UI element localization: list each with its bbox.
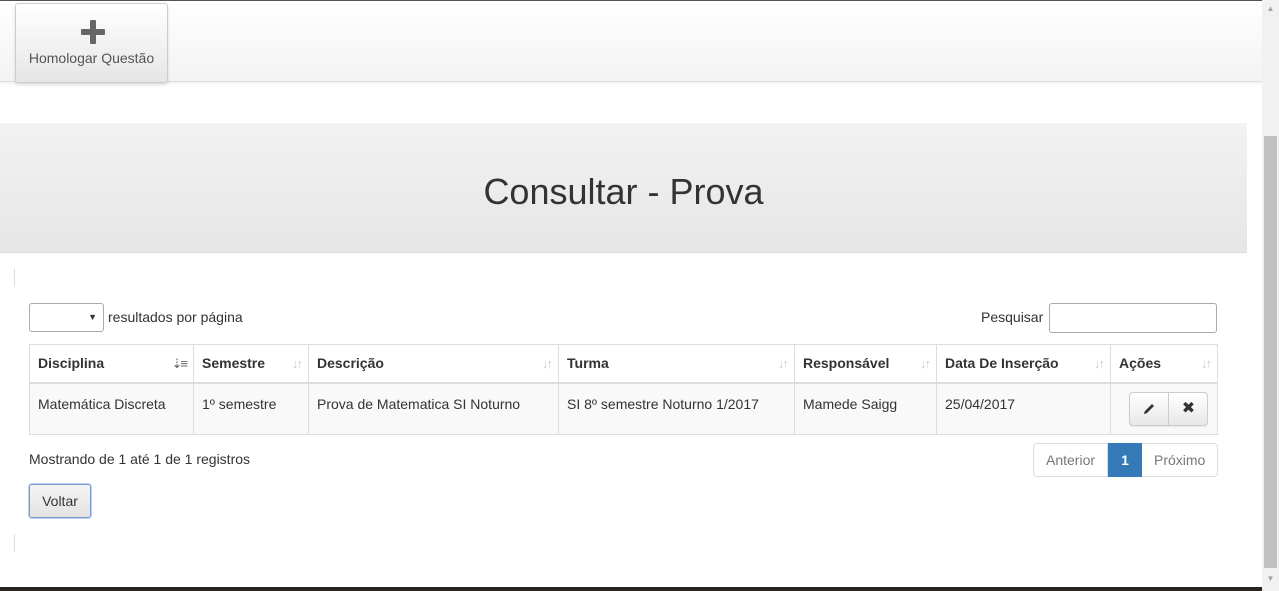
cell-turma: SI 8º semestre Noturno 1/2017: [558, 382, 795, 435]
cell-descricao: Prova de Matematica SI Noturno: [308, 382, 559, 435]
vertical-scrollbar[interactable]: ▲ ▼: [1262, 0, 1279, 591]
cell-responsavel: Mamede Saigg: [794, 382, 937, 435]
column-header-label: Disciplina: [38, 355, 105, 371]
scroll-down-arrow-icon[interactable]: ▼: [1262, 570, 1279, 587]
sort-ascending-icon: ⇣≡: [171, 356, 189, 371]
edit-button[interactable]: [1130, 392, 1169, 425]
column-header-acoes[interactable]: Ações ↓↑: [1110, 344, 1218, 384]
homologar-questao-button[interactable]: Homologar Questão: [15, 3, 168, 83]
cell-semestre: 1º semestre: [193, 382, 309, 435]
divider: [14, 534, 15, 552]
search-input[interactable]: [1049, 303, 1217, 333]
pagination-next[interactable]: Próximo: [1142, 443, 1218, 477]
results-per-page-select[interactable]: ▼: [29, 303, 104, 332]
sort-icon: ↓↑: [292, 356, 303, 371]
column-header-label: Semestre: [202, 355, 266, 371]
column-header-label: Descrição: [317, 355, 384, 371]
scrollbar-thumb[interactable]: [1264, 136, 1277, 568]
column-header-label: Responsável: [803, 355, 890, 371]
homologar-questao-label: Homologar Questão: [28, 50, 155, 66]
sort-icon: ↓↑: [1201, 356, 1212, 371]
column-header-data-insercao[interactable]: Data De Inserção ↓↑: [936, 344, 1111, 384]
table-row: Matemática Discreta 1º semestre Prova de…: [29, 382, 1218, 435]
column-header-disciplina[interactable]: Disciplina ⇣≡: [29, 344, 194, 384]
caret-down-icon: ▼: [88, 312, 97, 322]
pagination-previous[interactable]: Anterior: [1033, 443, 1108, 477]
pagination: Anterior 1 Próximo: [1033, 443, 1218, 477]
divider: [14, 269, 15, 287]
scroll-up-arrow-icon[interactable]: ▲: [1262, 0, 1279, 17]
top-navbar: Homologar Questão: [0, 0, 1262, 83]
page-title: Consultar - Prova: [483, 171, 764, 212]
results-per-page-label: resultados por página: [108, 309, 243, 325]
table-header-row: Disciplina ⇣≡ Semestre ↓↑ Descrição ↓↑ T…: [29, 344, 1218, 384]
column-header-responsavel[interactable]: Responsável ↓↑: [794, 344, 937, 384]
delete-button[interactable]: ✖: [1169, 393, 1208, 425]
page-header: Consultar - Prova: [0, 123, 1247, 253]
column-header-turma[interactable]: Turma ↓↑: [558, 344, 795, 384]
column-header-descricao[interactable]: Descrição ↓↑: [308, 344, 559, 384]
pencil-icon: [1144, 403, 1154, 414]
column-header-label: Turma: [567, 355, 609, 371]
search-label: Pesquisar: [981, 309, 1044, 325]
table-info: Mostrando de 1 até 1 de 1 registros: [29, 451, 251, 467]
sort-icon: ↓↑: [1094, 356, 1105, 371]
sort-icon: ↓↑: [542, 356, 553, 371]
cell-disciplina: Matemática Discreta: [29, 382, 194, 435]
close-icon: ✖: [1181, 399, 1196, 417]
cell-data-insercao: 25/04/2017: [936, 382, 1111, 435]
column-header-semestre[interactable]: Semestre ↓↑: [193, 344, 309, 384]
cell-acoes: ✖: [1110, 382, 1218, 435]
sort-icon: ↓↑: [778, 356, 789, 371]
column-header-label: Data De Inserção: [945, 355, 1059, 371]
sort-icon: ↓↑: [920, 356, 931, 371]
taskbar-edge: [0, 587, 1262, 591]
column-header-label: Ações: [1119, 355, 1162, 371]
pagination-page-current[interactable]: 1: [1108, 443, 1142, 477]
data-table: Disciplina ⇣≡ Semestre ↓↑ Descrição ↓↑ T…: [29, 344, 1218, 435]
plus-icon: [81, 20, 105, 44]
row-actions-group: ✖: [1129, 391, 1208, 426]
back-button[interactable]: Voltar: [29, 484, 91, 518]
